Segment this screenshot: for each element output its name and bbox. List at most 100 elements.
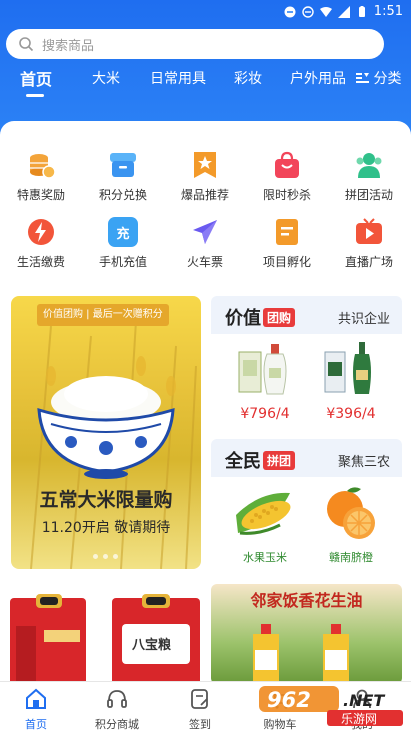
grid-label: 生活缴费 bbox=[16, 255, 65, 269]
headset-icon bbox=[107, 690, 127, 708]
card-side-text: 共识企业 bbox=[337, 312, 390, 327]
tabbar-sign-in[interactable]: 签到 bbox=[160, 688, 240, 732]
card-brand: 全民 拼团 bbox=[225, 447, 296, 473]
oil-bottles-image bbox=[253, 624, 349, 684]
card-header: 全民 拼团 聚焦三农 bbox=[211, 439, 402, 477]
peanut-oil-thumbnail[interactable]: 邻家饭香花生油 bbox=[211, 584, 402, 684]
shopping-bag-icon bbox=[272, 150, 302, 180]
product-label: 水果玉米 bbox=[243, 551, 287, 564]
grid-item-phone-recharge[interactable]: 充 手机充值 bbox=[82, 217, 164, 270]
tabbar-label: 积分商城 bbox=[95, 718, 139, 731]
grid-item-project-incubation[interactable]: 项目孵化 bbox=[246, 217, 328, 270]
grid-label: 直播广场 bbox=[344, 255, 393, 269]
grid-label: 爆品推荐 bbox=[180, 188, 229, 202]
active-tab-indicator bbox=[26, 94, 44, 97]
grid-item-group-buy[interactable]: 拼团活动 bbox=[328, 150, 410, 203]
promo-subtitle: 11.20开启 敬请期待 bbox=[41, 520, 171, 536]
group-icon bbox=[354, 150, 384, 180]
product-price: ¥396/4 bbox=[326, 406, 376, 422]
grid-item-points-exchange[interactable]: 积分兑换 bbox=[82, 150, 164, 203]
card-brand: 价值 团购 bbox=[225, 304, 296, 330]
signal-icon bbox=[337, 5, 350, 18]
grid-item-live-plaza[interactable]: 直播广场 bbox=[328, 217, 410, 270]
sign-in-icon bbox=[191, 689, 208, 709]
grid-item-hot-picks[interactable]: 爆品推荐 bbox=[164, 150, 246, 203]
card-badge: 团购 bbox=[263, 308, 296, 327]
coins-icon bbox=[26, 150, 56, 180]
product-item[interactable]: 水果玉米 bbox=[225, 485, 305, 565]
tabbar-points-mall[interactable]: 积分商城 bbox=[77, 688, 157, 732]
search-input[interactable]: 搜索商品 bbox=[6, 29, 384, 59]
search-icon bbox=[19, 37, 34, 52]
document-icon bbox=[272, 217, 302, 247]
grid-label: 拼团活动 bbox=[344, 188, 393, 202]
watermark-logo: 962 .NET 乐游网 bbox=[259, 686, 403, 726]
rice-bag-left-image bbox=[10, 594, 86, 684]
svg-text:.NET: .NET bbox=[343, 691, 385, 710]
lightning-icon bbox=[26, 217, 56, 247]
product-item[interactable]: ¥396/4 bbox=[311, 338, 391, 422]
site-watermark: 962 .NET 乐游网 bbox=[257, 684, 407, 728]
product-item[interactable]: 赣南脐橙 bbox=[311, 485, 391, 565]
svg-text:962: 962 bbox=[267, 688, 311, 712]
grid-label: 火车票 bbox=[186, 255, 223, 269]
liquor-box-image bbox=[238, 344, 287, 395]
recharge-icon: 充 bbox=[108, 217, 138, 247]
dnd-icon bbox=[284, 6, 296, 17]
status-bar: 1:51 bbox=[0, 0, 411, 24]
grid-item-utility-payment[interactable]: 生活缴费 bbox=[0, 217, 82, 270]
tab-daily-goods[interactable]: 日常用具 bbox=[150, 68, 206, 88]
grid-label: 手机充值 bbox=[98, 255, 147, 269]
carousel-dots bbox=[93, 554, 118, 559]
national-group-card[interactable]: 全民 拼团 聚焦三农 水果玉米 赣南脐橙 bbox=[211, 439, 402, 569]
tab-makeup[interactable]: 彩妆 bbox=[234, 68, 262, 88]
rice-bowl-image bbox=[37, 376, 175, 479]
tabbar-home[interactable]: 首页 bbox=[0, 688, 76, 732]
product-label: 赣南脐橙 bbox=[329, 551, 373, 564]
airplane-icon bbox=[190, 217, 220, 247]
grid-item-flash-sale[interactable]: 限时秒杀 bbox=[246, 150, 328, 203]
rice-bags-thumbnail[interactable]: 八宝粮 bbox=[0, 584, 205, 684]
category-label: 分类 bbox=[373, 71, 402, 87]
tab-home[interactable]: 首页 bbox=[20, 66, 52, 90]
group-buy-card[interactable]: 价值 团购 共识企业 ¥796/4 ¥396/4 bbox=[211, 296, 402, 432]
card-side-text: 聚焦三农 bbox=[337, 455, 390, 470]
product-item[interactable]: ¥796/4 bbox=[225, 338, 305, 422]
rice-promo-banner[interactable]: 价值团购 | 最后一次赠积分 五常大米限量购 11.20开启 敬请期待 bbox=[11, 296, 201, 569]
oil-banner-title: 邻家饭香花生油 bbox=[250, 591, 363, 610]
promo-title: 五常大米限量购 bbox=[39, 489, 173, 511]
corn-image bbox=[236, 492, 291, 535]
tabbar-label: 首页 bbox=[25, 718, 47, 731]
category-button[interactable]: 分类 bbox=[356, 68, 401, 88]
product-price: ¥796/4 bbox=[240, 406, 290, 422]
card-badge: 拼团 bbox=[263, 451, 296, 470]
tab-outdoor[interactable]: 户外用品 bbox=[290, 68, 346, 88]
grid-item-train-ticket[interactable]: 火车票 bbox=[164, 217, 246, 270]
grid-label: 积分兑换 bbox=[98, 188, 147, 202]
live-tv-icon bbox=[354, 217, 384, 247]
rice-bag-brand: 八宝粮 bbox=[132, 638, 172, 653]
promo-tag: 价值团购 | 最后一次赠积分 bbox=[37, 304, 169, 326]
wifi-icon bbox=[319, 6, 332, 17]
battery-icon bbox=[358, 5, 365, 17]
grid-label: 项目孵化 bbox=[262, 255, 311, 269]
minus-circle-icon bbox=[302, 5, 314, 18]
grid-label: 特惠奖励 bbox=[16, 188, 65, 202]
card-header: 价值 团购 共识企业 bbox=[211, 296, 402, 334]
tab-rice[interactable]: 大米 bbox=[92, 68, 120, 88]
grid-label: 限时秒杀 bbox=[262, 188, 311, 202]
tabbar-label: 签到 bbox=[189, 718, 211, 731]
home-icon bbox=[26, 688, 46, 709]
orange-image bbox=[327, 487, 375, 539]
svg-text:乐游网: 乐游网 bbox=[341, 712, 377, 726]
status-time: 1:51 bbox=[373, 4, 403, 19]
app-screen: 1:51 搜索商品 首页 大米 日常用具 彩妆 户外用品 分类 特惠奖励 积分兑… bbox=[0, 0, 411, 732]
grid-item-discount-reward[interactable]: 特惠奖励 bbox=[0, 150, 82, 203]
store-icon bbox=[108, 150, 138, 180]
liquor-box-image bbox=[324, 342, 371, 394]
category-list-icon bbox=[356, 73, 369, 83]
search-placeholder: 搜索商品 bbox=[42, 38, 95, 54]
recharge-glyph: 充 bbox=[116, 226, 130, 242]
category-tabs: 首页 大米 日常用具 彩妆 户外用品 分类 bbox=[0, 62, 411, 100]
star-badge-icon bbox=[190, 150, 220, 180]
